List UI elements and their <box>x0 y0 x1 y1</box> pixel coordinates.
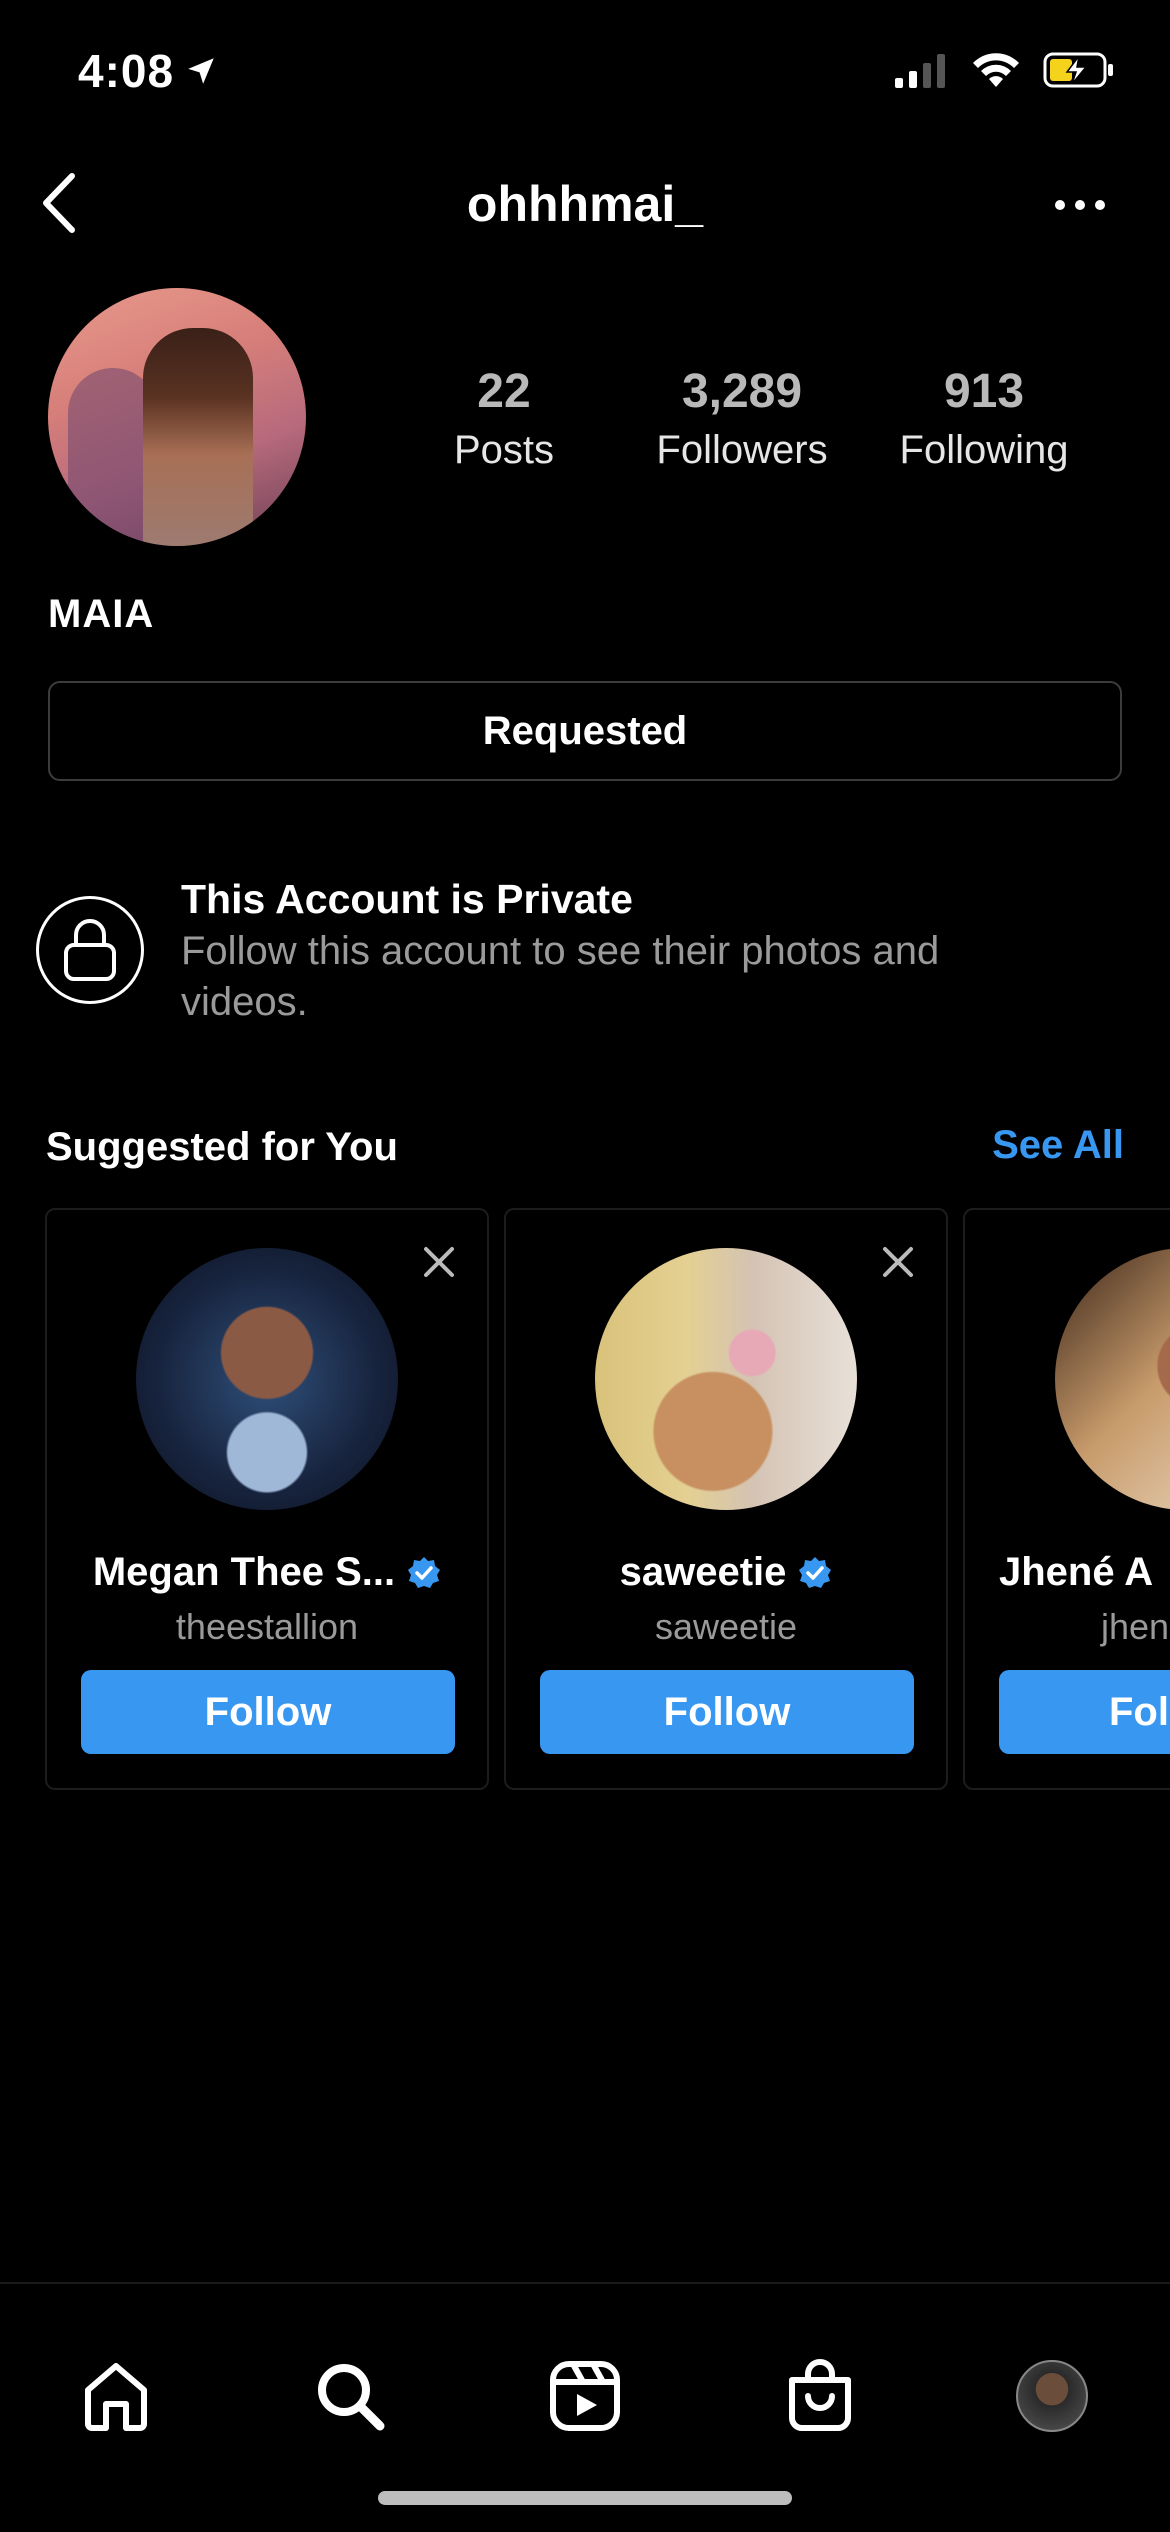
profile-avatar[interactable] <box>48 288 306 546</box>
stat-posts-label: Posts <box>453 428 555 472</box>
follow-button[interactable]: Follow <box>540 1670 914 1754</box>
close-icon <box>883 1247 913 1277</box>
follow-button[interactable]: Follow <box>81 1670 455 1754</box>
home-icon <box>85 2363 147 2431</box>
stat-posts-value: 22 <box>477 365 531 418</box>
tab-profile[interactable] <box>1012 2356 1092 2436</box>
follow-button[interactable]: Fol <box>999 1670 1170 1754</box>
verified-badge-icon <box>799 1556 832 1588</box>
suggestion-card[interactable]: Jhené A jhen Fol <box>963 1208 1170 1790</box>
suggestion-name-row: saweetie <box>506 1550 946 1595</box>
suggestion-avatar[interactable] <box>136 1248 398 1510</box>
stat-posts[interactable]: 22 Posts <box>420 368 588 473</box>
verified-badge-icon <box>408 1556 441 1588</box>
suggestion-name: Megan Thee S... <box>92 1550 396 1594</box>
dismiss-suggestion-button[interactable] <box>421 1244 457 1280</box>
reels-icon <box>550 2361 620 2431</box>
tab-shop[interactable] <box>780 2356 860 2436</box>
location-arrow-icon <box>188 58 214 84</box>
battery-charging-icon <box>1043 52 1113 88</box>
suggestion-avatar[interactable] <box>595 1248 857 1510</box>
suggestion-name-row: Jhené A <box>999 1550 1170 1595</box>
home-indicator[interactable] <box>378 2491 792 2505</box>
profile-username: ohhhmai_ <box>466 176 704 232</box>
suggestion-handle: jhen <box>1101 1606 1170 1647</box>
requested-button[interactable]: Requested <box>48 681 1122 781</box>
suggestion-name-row: Megan Thee S... <box>47 1550 487 1595</box>
dismiss-suggestion-button[interactable] <box>880 1244 916 1280</box>
tab-home[interactable] <box>76 2356 156 2436</box>
suggestion-card[interactable]: saweetie saweetie Follow <box>504 1208 948 1790</box>
see-all-link[interactable]: See All <box>992 1123 1124 1168</box>
suggestion-avatar[interactable] <box>1055 1248 1170 1510</box>
ellipsis-icon <box>1055 200 1105 210</box>
private-title: This Account is Private <box>181 876 633 922</box>
status-time: 4:08 <box>78 44 218 98</box>
suggestion-handle: saweetie <box>654 1606 798 1647</box>
suggestion-name: saweetie <box>619 1550 787 1594</box>
profile-tab-avatar <box>1016 2360 1088 2432</box>
tab-search[interactable] <box>310 2356 390 2436</box>
shop-icon <box>789 2359 851 2431</box>
search-icon <box>318 2364 385 2431</box>
suggestion-name: Jhené A <box>999 1550 1154 1594</box>
lock-icon <box>64 919 116 981</box>
private-subtitle: Follow this account to see their photos … <box>181 929 940 1024</box>
avatar-photo-figure <box>143 328 253 546</box>
profile-screen: 4:08 ohhhmai_ 22 Posts 3,289 Followers 9… <box>0 0 1170 2532</box>
clock-text: 4:08 <box>78 45 175 97</box>
tab-reels[interactable] <box>545 2356 625 2436</box>
stat-followers-label: Followers <box>656 428 828 472</box>
more-options-button[interactable] <box>1050 190 1110 220</box>
stat-followers-value: 3,289 <box>681 365 803 418</box>
suggestion-card[interactable]: Megan Thee S... theestallion Follow <box>45 1208 489 1790</box>
stat-following-value: 913 <box>943 365 1025 418</box>
suggestion-handle: theestallion <box>175 1606 359 1647</box>
stat-following-label: Following <box>899 428 1069 472</box>
suggested-heading: Suggested for You <box>46 1125 398 1169</box>
private-lock-badge <box>36 896 144 1004</box>
cellular-signal-icon <box>895 54 945 88</box>
profile-display-name: MAIA <box>48 592 155 636</box>
status-indicators <box>893 50 1115 90</box>
stat-following[interactable]: 913 Following <box>876 368 1092 473</box>
close-icon <box>424 1247 454 1277</box>
wifi-icon <box>973 53 1019 87</box>
stat-followers[interactable]: 3,289 Followers <box>632 368 852 473</box>
